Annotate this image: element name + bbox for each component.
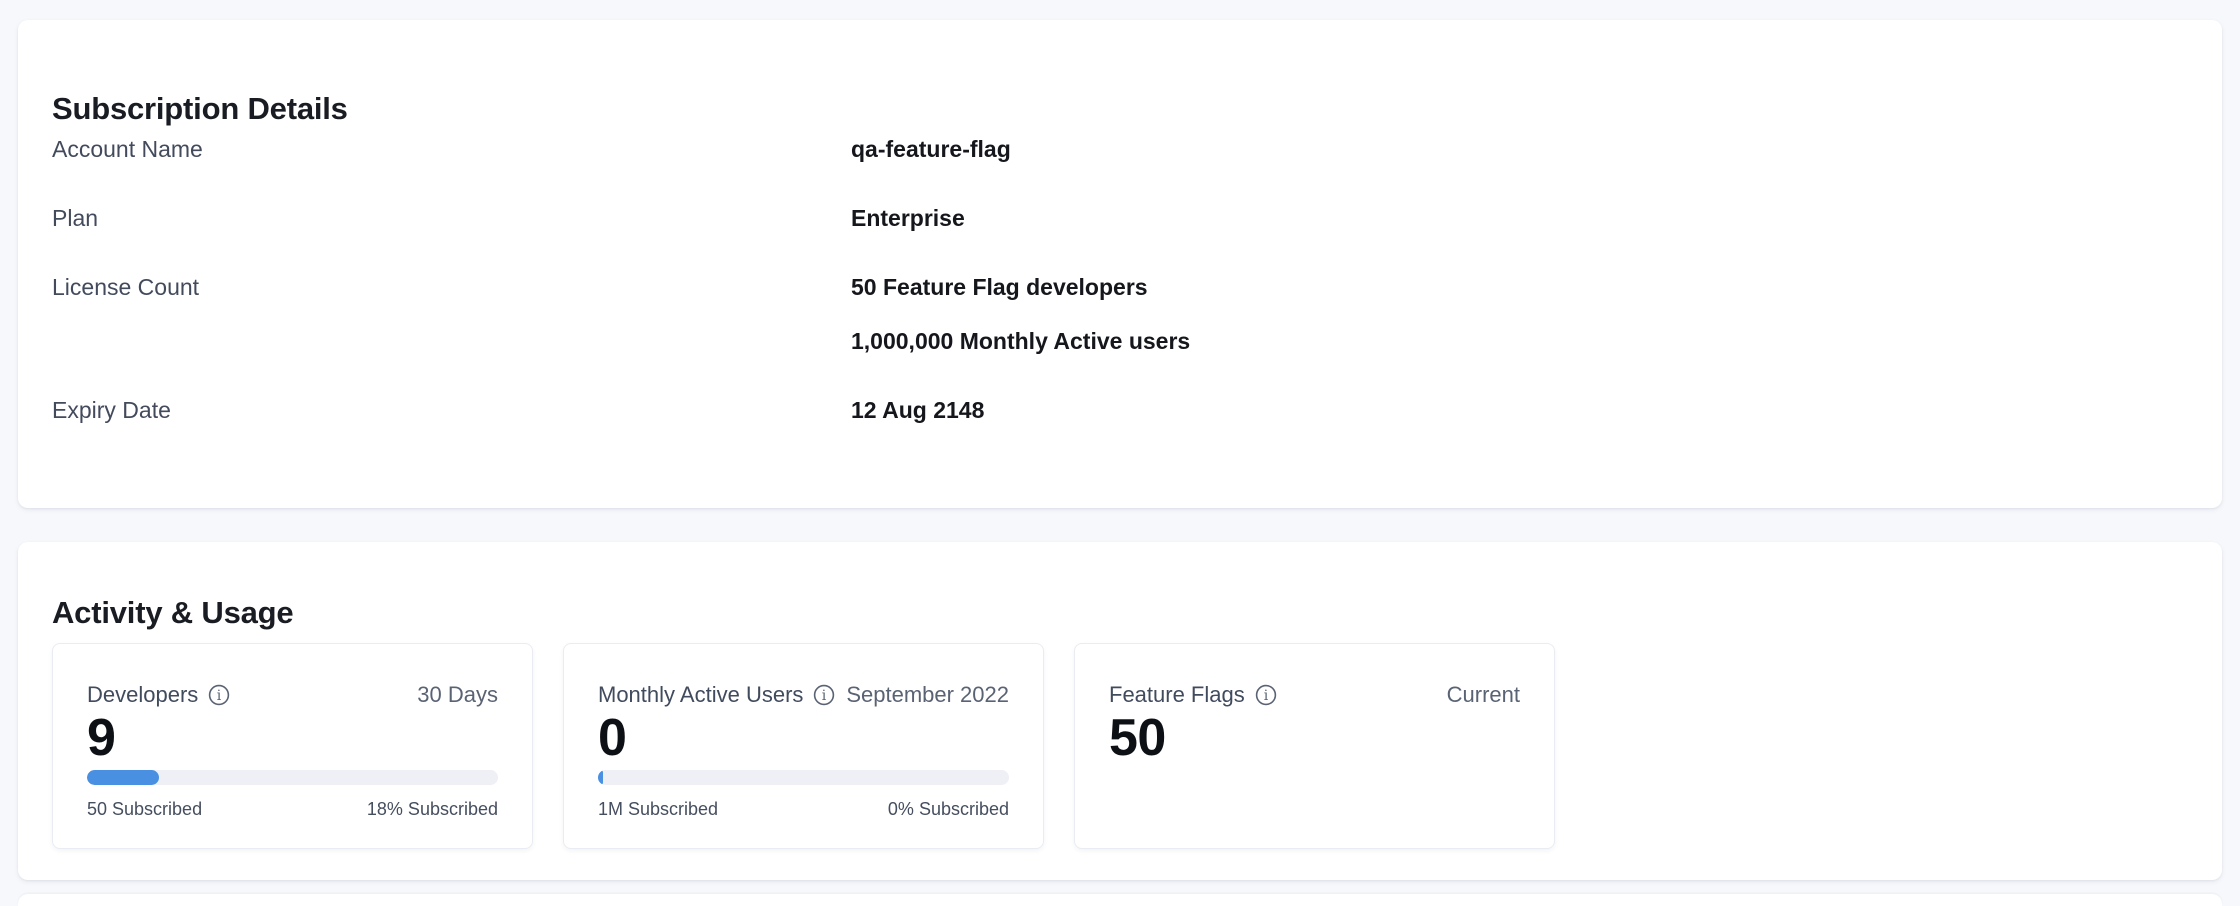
feature-flags-count-value: 50 [1109, 718, 1520, 758]
feature-flags-stat-label: Feature Flags [1109, 682, 1245, 708]
license-count-mau-text: 1,000,000 Monthly Active users [851, 325, 1190, 358]
mau-period-label: September 2022 [846, 682, 1009, 708]
stat-header: Developers i 30 Days [87, 680, 498, 710]
expiry-date-value-text: 12 Aug 2148 [851, 394, 984, 427]
license-count-label: License Count [52, 271, 851, 304]
mau-stat-label: Monthly Active Users [598, 682, 803, 708]
stat-card-monthly-active-users: Monthly Active Users i September 2022 0 … [563, 643, 1044, 849]
stat-sub-row: 1M Subscribed 0% Subscribed [598, 797, 1009, 822]
detail-row-plan: Plan Enterprise [52, 202, 2188, 235]
plan-label: Plan [52, 202, 851, 235]
mau-count-value: 0 [598, 718, 1009, 758]
developers-stat-label: Developers [87, 682, 198, 708]
svg-text:i: i [217, 688, 222, 704]
detail-row-account-name: Account Name qa-feature-flag [52, 133, 2188, 166]
feature-flags-period-label: Current [1447, 682, 1520, 708]
expiry-date-label: Expiry Date [52, 394, 851, 427]
stat-sub-row: 50 Subscribed 18% Subscribed [87, 797, 498, 822]
detail-row-license-count: License Count 50 Feature Flag developers… [52, 271, 2188, 358]
info-icon[interactable]: i [1255, 684, 1277, 706]
stat-label-group: Developers i [87, 682, 230, 708]
mau-subscribed-count: 1M Subscribed [598, 797, 718, 822]
stat-header: Monthly Active Users i September 2022 [598, 680, 1009, 710]
license-count-value: 50 Feature Flag developers 1,000,000 Mon… [851, 271, 1190, 358]
svg-text:i: i [822, 688, 827, 704]
license-count-developers-text: 50 Feature Flag developers [851, 271, 1190, 304]
stat-card-feature-flags: Feature Flags i Current 50 [1074, 643, 1555, 849]
developers-subscribed-count: 50 Subscribed [87, 797, 202, 822]
subscription-details-title: Subscription Details [52, 92, 348, 126]
developers-progress-bar [87, 770, 498, 785]
account-name-value: qa-feature-flag [851, 133, 1011, 166]
stat-header: Feature Flags i Current [1109, 680, 1520, 710]
account-name-label: Account Name [52, 133, 851, 166]
stat-card-developers: Developers i 30 Days 9 50 Subscribed 18%… [52, 643, 533, 849]
subscription-details-card: Subscription Details Account Name qa-fea… [18, 20, 2222, 508]
mau-progress-bar [598, 770, 1009, 785]
plan-value-text: Enterprise [851, 202, 965, 235]
account-name-value-text: qa-feature-flag [851, 133, 1011, 166]
stat-label-group: Monthly Active Users i [598, 682, 835, 708]
developers-period-label: 30 Days [417, 682, 498, 708]
activity-usage-title: Activity & Usage [52, 596, 293, 630]
usage-stats-row: Developers i 30 Days 9 50 Subscribed 18%… [52, 643, 1555, 849]
subscription-detail-rows: Account Name qa-feature-flag Plan Enterp… [52, 133, 2188, 463]
activity-usage-card: Activity & Usage Developers i 30 Days 9 [18, 542, 2222, 880]
detail-row-expiry-date: Expiry Date 12 Aug 2148 [52, 394, 2188, 427]
info-icon[interactable]: i [208, 684, 230, 706]
plan-value: Enterprise [851, 202, 965, 235]
svg-text:i: i [1263, 688, 1268, 704]
developers-subscribed-percent: 18% Subscribed [367, 797, 498, 822]
mau-subscribed-percent: 0% Subscribed [888, 797, 1009, 822]
info-icon[interactable]: i [813, 684, 835, 706]
next-card-peek [18, 894, 2222, 906]
developers-progress-fill [87, 770, 159, 785]
developers-count-value: 9 [87, 718, 498, 758]
stat-label-group: Feature Flags i [1109, 682, 1277, 708]
mau-progress-fill [598, 770, 603, 785]
expiry-date-value: 12 Aug 2148 [851, 394, 984, 427]
